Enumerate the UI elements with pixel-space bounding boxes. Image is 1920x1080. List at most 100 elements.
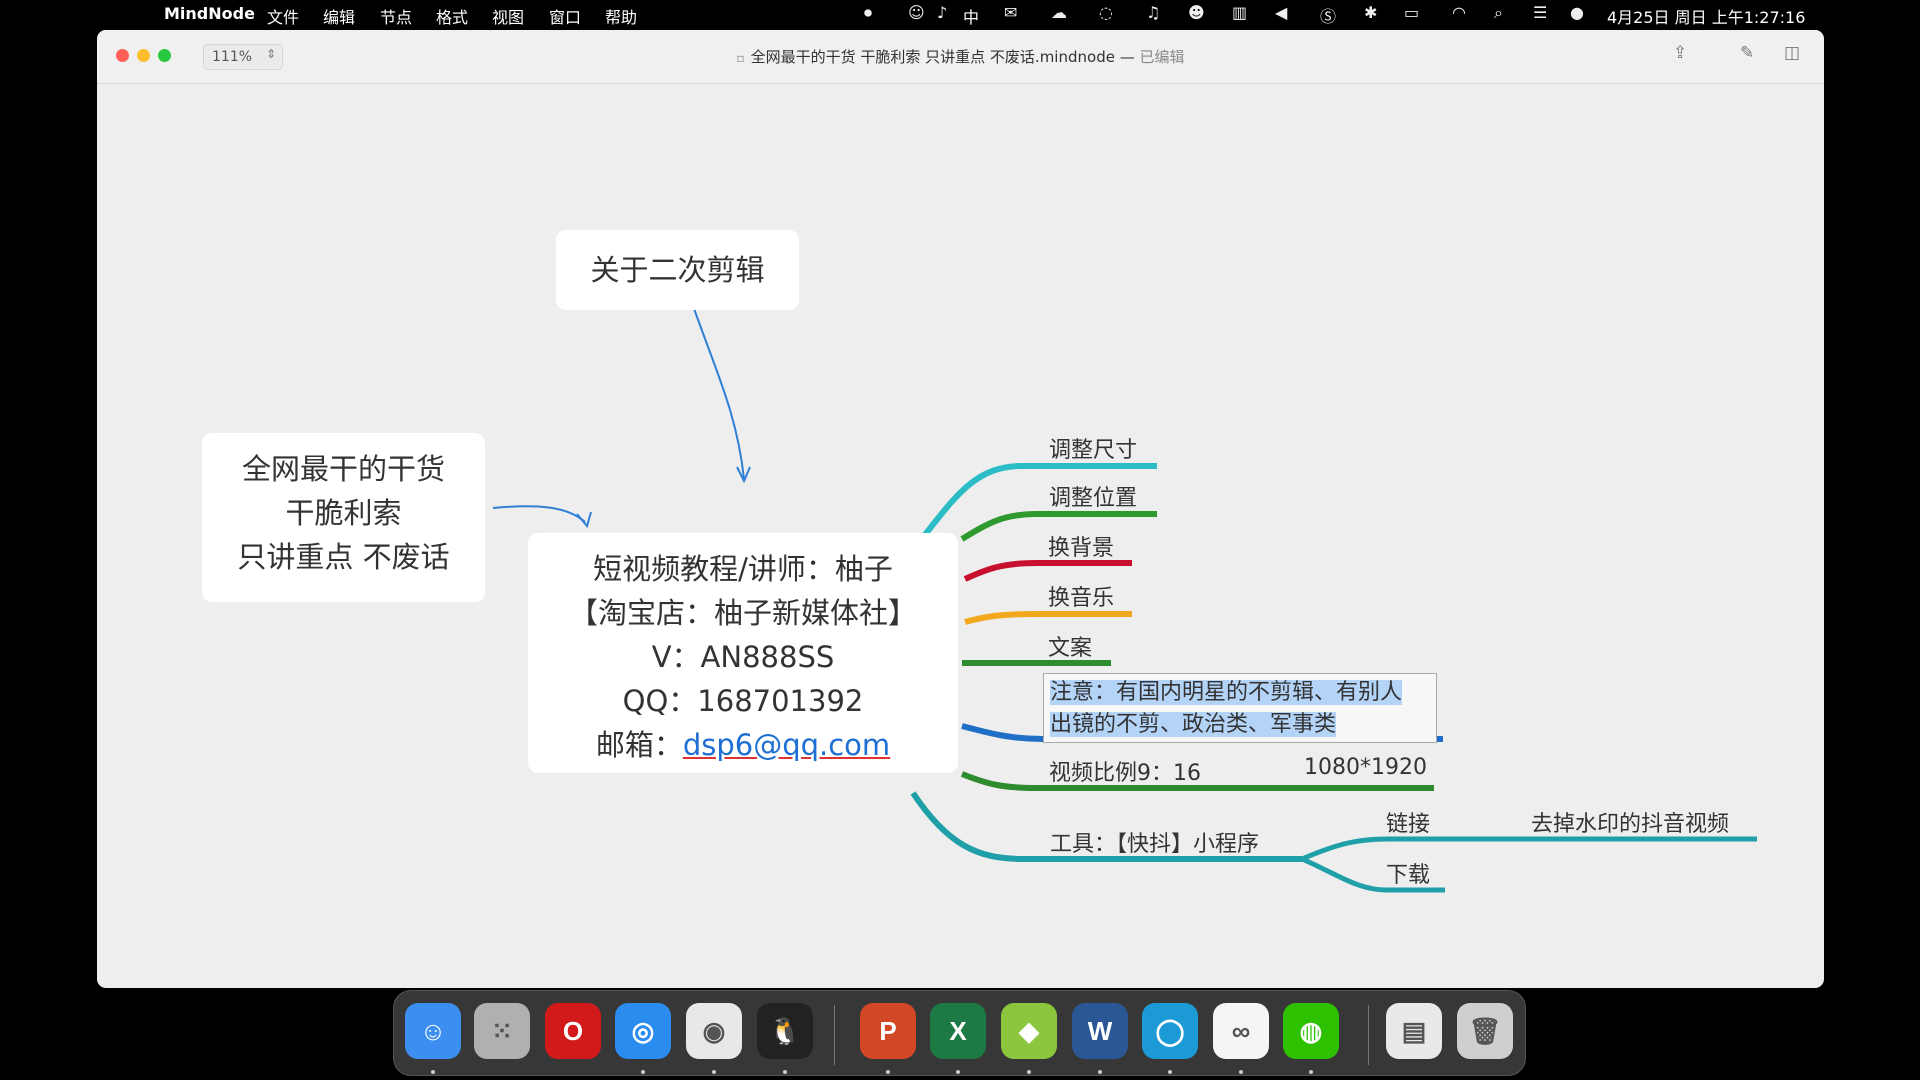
dock: ☺ ⁙ O ◎ ◉ 🐧 P X ◆ W ◯ ∞ ◍ ▤ 🗑 (393, 990, 1526, 1076)
running-indicator (886, 1070, 890, 1074)
screen-record-icon[interactable]: ⏺ (864, 3, 872, 23)
chat-status-icon[interactable]: ◌ (1099, 3, 1113, 22)
dock-separator (1368, 1005, 1369, 1065)
email-label: 邮箱： (595, 728, 683, 762)
menu-bar: MindNode 文件 编辑 节点 格式 视图 窗口 帮助 ⏺ ☺ ♪ 中 ✉ … (0, 0, 1920, 29)
tool-link-line (1301, 836, 1445, 862)
running-indicator (1098, 1070, 1102, 1074)
document-icon: ▫ (736, 51, 745, 65)
menu-window[interactable]: 窗口 (549, 4, 581, 28)
s-app-icon[interactable]: Ⓢ (1320, 3, 1336, 27)
document-title: ▫ 全网最干的干货 干脆利索 只讲重点 不废话.mindnode — 已编辑 (97, 46, 1824, 67)
menu-edit[interactable]: 编辑 (323, 4, 355, 28)
safari-icon[interactable]: ◎ (615, 1003, 671, 1059)
share-icon[interactable]: ⇪ (1673, 43, 1687, 63)
running-indicator (431, 1070, 435, 1074)
chrome-icon[interactable]: ◉ (686, 1003, 742, 1059)
notification-bell-icon[interactable]: ♫ (1146, 3, 1160, 22)
mindnode-window: 111% ⇕ ▫ 全网最干的干货 干脆利索 只讲重点 不废话.mindnode —… (97, 30, 1824, 988)
sidebar-toggle-icon[interactable]: ◫ (1784, 43, 1800, 63)
root-line-qq: QQ：168701392 (622, 684, 864, 718)
docx-file-icon[interactable]: ▤ (1386, 1003, 1442, 1059)
root-line-wechat: V：AN888SS (651, 640, 835, 674)
tool-download[interactable]: 下载 (1386, 857, 1430, 889)
branch-tools[interactable]: 工具：【快抖】小程序 (1050, 826, 1259, 858)
word-icon[interactable]: W (1072, 1003, 1128, 1059)
baidu-netdisk-icon[interactable]: ∞ (1213, 1003, 1269, 1059)
mindnode-icon[interactable]: ◆ (1001, 1003, 1057, 1059)
branch-note-selected[interactable]: 注意：有国内明星的不剪辑、有别人 出镜的不剪、政治类、军事类 (1043, 673, 1437, 743)
wechat-icon[interactable]: ◍ (1283, 1003, 1339, 1059)
bluetooth-icon[interactable]: ✱ (1364, 3, 1377, 22)
siri-icon[interactable]: ● (1570, 3, 1584, 22)
running-indicator (1239, 1070, 1243, 1074)
opera-icon[interactable]: O (545, 1003, 601, 1059)
slogan-line-2: 干脆利索 (285, 496, 402, 530)
tool-link[interactable]: 链接 (1386, 806, 1430, 838)
menu-file[interactable]: 文件 (267, 4, 299, 28)
spotlight-search-icon[interactable]: ⌕ (1494, 3, 1503, 23)
left-node-arrowhead (576, 511, 592, 529)
branch-position[interactable]: 调整位置 (1049, 480, 1137, 512)
excel-icon[interactable]: X (930, 1003, 986, 1059)
launchpad-icon[interactable]: ⁙ (474, 1003, 530, 1059)
dock-separator (834, 1005, 835, 1065)
style-brush-icon[interactable]: ✎ (1740, 43, 1754, 63)
powerpoint-icon[interactable]: P (860, 1003, 916, 1059)
tool-link-child[interactable]: 去掉水印的抖音视频 (1531, 806, 1729, 838)
running-indicator (956, 1070, 960, 1074)
wechat-status-icon[interactable]: ✉ (1004, 3, 1017, 22)
control-center-icon[interactable]: ☰ (1533, 3, 1547, 22)
menu-clock[interactable]: 4月25日 周日 上午1:27:16 (1607, 4, 1805, 28)
branch-copywriting[interactable]: 文案 (1048, 630, 1092, 662)
menu-help[interactable]: 帮助 (605, 4, 637, 28)
title-separator: — (1114, 48, 1140, 66)
mindmap-root-node[interactable]: 短视频教程/讲师：柚子 【淘宝店：柚子新媒体社】 V：AN888SS QQ：16… (528, 533, 958, 773)
cloud-sync-icon[interactable]: ☁ (1051, 3, 1067, 22)
keyboard-icon[interactable]: ▥ (1232, 3, 1247, 22)
battery-icon[interactable]: ▭ (1404, 3, 1419, 22)
running-indicator (641, 1070, 645, 1074)
qq-status-icon[interactable]: ☻ (1188, 3, 1205, 22)
finder-icon[interactable]: ☺ (405, 1003, 461, 1059)
node-label: 关于二次剪辑 (590, 253, 765, 287)
email-link[interactable]: dsp6@qq.com (683, 728, 890, 762)
microphone-icon[interactable]: ♪ (937, 3, 947, 22)
branch-music[interactable]: 换音乐 (1048, 580, 1114, 612)
input-method-indicator[interactable]: 中 (963, 4, 979, 28)
trash-icon[interactable]: 🗑 (1457, 1003, 1513, 1059)
face-icon[interactable]: ☺ (908, 3, 925, 22)
wifi-icon[interactable]: ◠ (1452, 3, 1466, 22)
root-line-course: 短视频教程/讲师：柚子 (593, 552, 893, 586)
mindmap-canvas[interactable]: 关于二次剪辑 全网最干的干货 干脆利索 只讲重点 不废话 短视频教程/讲师：柚子… (97, 84, 1824, 988)
mindmap-node-slogan[interactable]: 全网最干的干货 干脆利索 只讲重点 不废话 (202, 433, 485, 602)
slogan-line-1: 全网最干的干货 (241, 452, 445, 486)
branch-aspect-ratio[interactable]: 视频比例9：16 (1049, 755, 1201, 787)
menu-format[interactable]: 格式 (436, 4, 468, 28)
menu-node[interactable]: 节点 (380, 4, 412, 28)
branch-line-background (963, 560, 1132, 582)
title-bar: 111% ⇕ ▫ 全网最干的干货 干脆利索 只讲重点 不废话.mindnode —… (97, 30, 1824, 84)
branch-resize[interactable]: 调整尺寸 (1049, 432, 1137, 464)
branch-aspect-resolution[interactable]: 1080*1920 (1304, 755, 1427, 780)
menu-view[interactable]: 视图 (492, 4, 524, 28)
volume-icon[interactable]: ◀ (1275, 3, 1287, 22)
note-line-1: 注意：有国内明星的不剪辑、有别人 (1050, 680, 1403, 705)
top-node-connector (691, 302, 745, 480)
running-indicator (712, 1070, 716, 1074)
root-line-email: 邮箱：dsp6@qq.com (528, 723, 958, 767)
running-indicator (1168, 1070, 1172, 1074)
qq-icon[interactable]: 🐧 (757, 1003, 813, 1059)
menu-app-name[interactable]: MindNode (164, 4, 255, 23)
left-node-connector (492, 505, 586, 523)
mindmap-node-secondary-editing[interactable]: 关于二次剪辑 (556, 230, 799, 310)
root-line-shop: 【淘宝店：柚子新媒体社】 (568, 596, 917, 630)
running-indicator (1309, 1070, 1313, 1074)
branch-background[interactable]: 换背景 (1048, 530, 1114, 562)
running-indicator (783, 1070, 787, 1074)
document-filename: 全网最干的干货 干脆利索 只讲重点 不废话.mindnode (750, 48, 1115, 66)
chat-bubble-icon[interactable]: ◯ (1142, 1003, 1198, 1059)
slogan-line-3: 只讲重点 不废话 (237, 540, 450, 574)
running-indicator (1027, 1070, 1031, 1074)
branch-line-music (964, 611, 1132, 625)
